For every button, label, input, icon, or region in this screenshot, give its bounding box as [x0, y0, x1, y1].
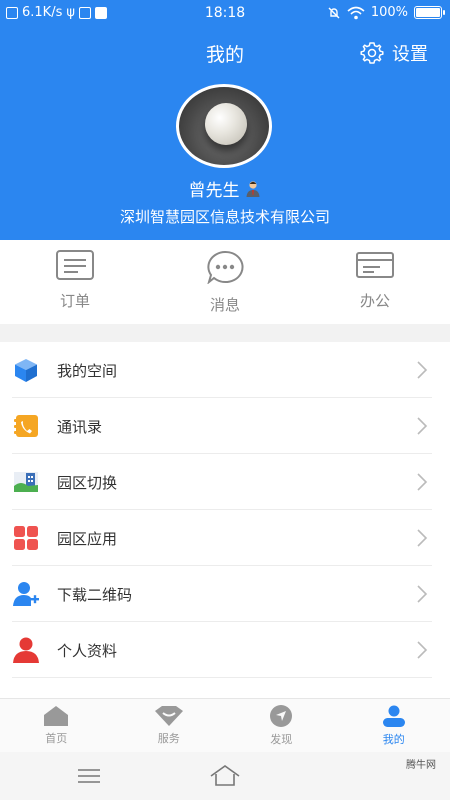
- businessman-icon: [246, 180, 259, 197]
- quick-action-order[interactable]: 订单: [0, 240, 150, 324]
- menu-item-label: 园区切换: [57, 473, 118, 492]
- status-bar: 6.1K/s ψ 18:18 100%: [0, 0, 450, 28]
- menu-item-contacts[interactable]: 通讯录: [0, 398, 450, 454]
- battery-icon: [414, 6, 445, 19]
- bottom-tab-bar: 首页 服务 发现 我的: [0, 698, 450, 752]
- menu-icon[interactable]: [78, 769, 100, 783]
- office-icon: [356, 252, 394, 278]
- quick-action-label: 订单: [59, 292, 90, 310]
- menu-item-label: 通讯录: [57, 417, 103, 436]
- profile-header: 6.1K/s ψ 18:18 100% 我的 设置 曾先生 深圳智慧园区信息技术…: [0, 0, 450, 240]
- menu-item-label: 下载二维码: [57, 585, 133, 604]
- menu-item-profile[interactable]: 个人资料: [0, 622, 450, 678]
- gear-icon: [360, 42, 384, 64]
- park-switch-icon: [14, 472, 38, 492]
- quick-action-office[interactable]: 办公: [300, 240, 450, 324]
- chevron-right-icon: [417, 529, 428, 547]
- quick-action-label: 办公: [359, 292, 390, 310]
- menu-item-download-qr[interactable]: 下载二维码: [0, 566, 450, 622]
- system-nav-bar: 腾牛网: [0, 752, 450, 800]
- divider: [12, 677, 432, 678]
- tab-label: 首页: [45, 732, 68, 745]
- profile-icon: [382, 705, 405, 727]
- user-name: 曾先生: [188, 181, 240, 201]
- menu-item-my-space[interactable]: 我的空间: [0, 342, 450, 398]
- cube-icon: [15, 359, 37, 382]
- tab-label: 服务: [157, 732, 180, 745]
- message-icon: [207, 250, 244, 284]
- tab-label: 发现: [270, 733, 293, 746]
- menu-item-label: 我的空间: [57, 361, 118, 380]
- chevron-right-icon: [417, 361, 428, 379]
- order-icon: [56, 250, 94, 280]
- contacts-icon: [14, 415, 38, 437]
- chevron-right-icon: [417, 473, 428, 491]
- wifi-icon: [347, 6, 365, 19]
- chevron-right-icon: [417, 417, 428, 435]
- avatar[interactable]: [176, 84, 272, 168]
- home-nav-icon[interactable]: [210, 764, 240, 786]
- quick-action-message[interactable]: 消息: [150, 240, 300, 324]
- settings-label: 设置: [392, 44, 428, 65]
- add-user-icon: [13, 582, 39, 606]
- apps-grid-icon: [14, 526, 38, 550]
- company-name: 深圳智慧园区信息技术有限公司: [119, 208, 330, 226]
- person-icon: [13, 637, 39, 663]
- status-right: 100%: [327, 5, 445, 20]
- quick-action-label: 消息: [209, 296, 240, 314]
- user-name-row: 曾先生: [0, 176, 450, 201]
- chevron-right-icon: [417, 641, 428, 659]
- menu-item-park-apps[interactable]: 园区应用: [0, 510, 450, 566]
- home-icon: [44, 706, 69, 726]
- chevron-right-icon: [417, 585, 428, 603]
- tab-service[interactable]: 服务: [113, 699, 226, 752]
- quick-actions: 订单 消息 办公: [0, 240, 450, 324]
- tab-home[interactable]: 首页: [0, 699, 113, 752]
- menu-item-park-switch[interactable]: 园区切换: [0, 454, 450, 510]
- tab-label: 我的: [382, 733, 405, 746]
- watermark: 腾牛网: [406, 760, 436, 771]
- menu-list: 我的空间 通讯录 园区切换 园区应用 下载二维码 个人资料: [0, 342, 450, 698]
- tab-mine[interactable]: 我的: [338, 699, 450, 752]
- battery-percent: 100%: [370, 5, 408, 20]
- menu-item-label: 个人资料: [57, 641, 118, 660]
- settings-button[interactable]: 设置: [360, 40, 428, 66]
- tab-discover[interactable]: 发现: [225, 699, 338, 752]
- avatar-image: [205, 103, 247, 145]
- mute-icon: [328, 7, 340, 18]
- compass-icon: [270, 705, 293, 727]
- menu-item-label: 园区应用: [57, 529, 118, 548]
- service-icon: [154, 706, 183, 726]
